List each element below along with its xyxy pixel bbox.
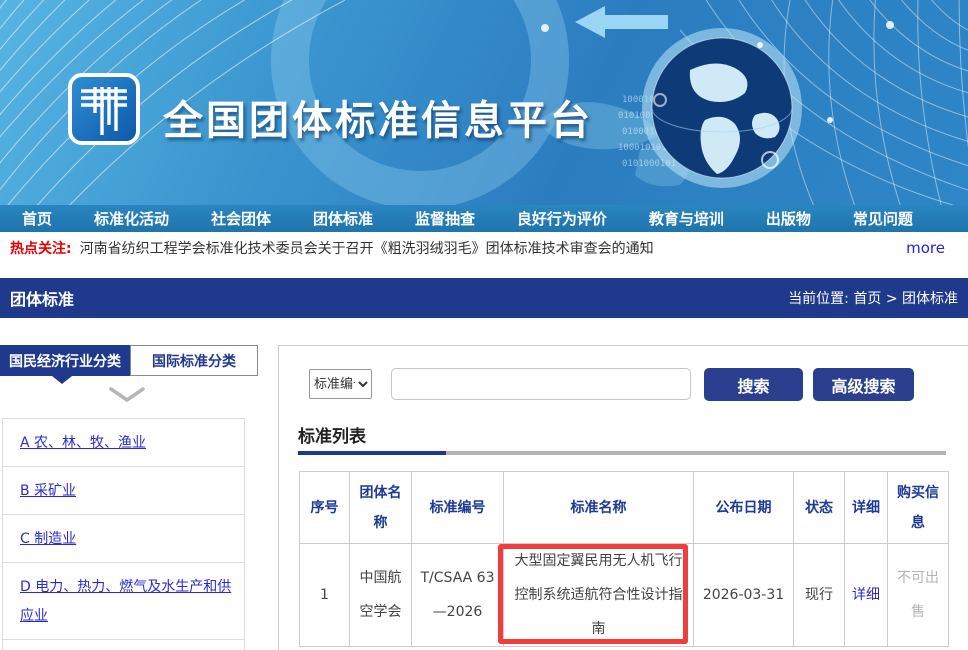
cell-status: 现行 [794,544,845,647]
main-nav: 首页 标准化活动 社会团体 团体标准 监督抽查 良好行为评价 教育与培训 出版物… [0,205,968,232]
title-underline [298,451,946,455]
list-item: A 农、林、牧、渔业 [3,419,244,467]
search-input[interactable] [391,368,691,400]
search-button[interactable]: 搜索 [704,368,803,401]
globe-graphic [642,28,802,188]
title-underline-accent [298,451,446,455]
category-link-c[interactable]: C 制造业 [20,531,76,547]
breadcrumb-current: 团体标准 [902,291,958,307]
cell-purchase: 不可出售 [888,544,949,647]
col-date: 公布日期 [694,472,794,544]
cell-detail: 详细 [845,544,888,647]
list-item: B 采矿业 [3,467,244,515]
chevron-down-icon [108,386,146,404]
category-link-a[interactable]: A 农、林、牧、渔业 [20,435,146,451]
breadcrumb-home-link[interactable]: 首页 [853,291,881,307]
table-row: 1 中国航空学会 T/CSAA 63—2026 大型固定翼民用无人机飞行控制系统… [300,544,949,647]
breadcrumb-separator: > [886,291,898,307]
cell-code: T/CSAA 63—2026 [412,544,504,647]
detail-link[interactable]: 详细 [852,587,880,603]
standards-panel: 标准编号 搜索 高级搜索 标准列表 序号 团体名称 标准编号 标准名称 公布日期… [278,345,968,650]
col-status: 状态 [794,472,845,544]
tab-international-standard-classification[interactable]: 国际标准分类 [130,345,258,376]
col-seq: 序号 [300,472,350,544]
nav-item-home[interactable]: 首页 [22,208,52,229]
hot-topic-label: 热点关注: [10,238,72,258]
arrow-left-graphic [575,6,668,38]
nav-item-group-standards[interactable]: 团体标准 [313,208,373,229]
hot-topic-bar: 热点关注: 河南省纺织工程学会标准化技术委员会关于召开《粗洗羽绒羽毛》团体标准技… [0,232,968,263]
platform-logo[interactable] [68,73,140,145]
category-link-d[interactable]: D 电力、热力、燃气及水生产和供应业 [20,579,231,624]
nav-item-publications[interactable]: 出版物 [766,208,811,229]
list-title: 标准列表 [298,422,366,447]
nav-item-standardization-activities[interactable]: 标准化活动 [94,208,169,229]
standards-table: 序号 团体名称 标准编号 标准名称 公布日期 状态 详细 购买信息 1 中国航空… [299,471,949,647]
content-area: 国民经济行业分类 国际标准分类 A 农、林、牧、渔业 B 采矿业 C 制造业 D… [0,318,968,650]
breadcrumb-location-label: 当前位置: [788,291,849,307]
section-bar: 团体标准 当前位置: 首页 > 团体标准 [0,278,968,318]
table-header-row: 序号 团体名称 标准编号 标准名称 公布日期 状态 详细 购买信息 [300,472,949,544]
section-title: 团体标准 [10,286,74,310]
list-item: D 电力、热力、燃气及水生产和供应业 [3,563,244,640]
search-field-select[interactable]: 标准编号 [309,369,372,399]
tab-national-economy-classification[interactable]: 国民经济行业分类 [0,345,130,376]
active-tab-pointer [52,376,72,384]
hot-topic-notice-link[interactable]: 河南省纺织工程学会标准化技术委员会关于召开《粗洗羽绒羽毛》团体标准技术审查会的通… [80,238,895,258]
more-link[interactable]: more [906,239,945,257]
col-code: 标准编号 [412,472,504,544]
nav-item-social-organizations[interactable]: 社会团体 [211,208,271,229]
list-item: E 建筑业 [3,640,244,650]
category-link-b[interactable]: B 采矿业 [20,483,76,499]
list-item: C 制造业 [3,515,244,563]
nav-item-supervision[interactable]: 监督抽查 [415,208,475,229]
cell-date: 2026-03-31 [694,544,794,647]
cell-standard-name: 大型固定翼民用无人机飞行控制系统适航符合性设计指南 [504,544,694,647]
col-org: 团体名称 [350,472,412,544]
site-title: 全国团体标准信息平台 [163,88,593,146]
col-detail: 详细 [845,472,888,544]
col-name: 标准名称 [504,472,694,544]
cell-org: 中国航空学会 [350,544,412,647]
nav-item-faq[interactable]: 常见问题 [853,208,913,229]
nav-item-education-training[interactable]: 教育与培训 [649,208,724,229]
advanced-search-button[interactable]: 高级搜索 [813,368,914,401]
nav-item-good-behavior[interactable]: 良好行为评价 [517,208,607,229]
industry-category-list: A 农、林、牧、渔业 B 采矿业 C 制造业 D 电力、热力、燃气及水生产和供应… [2,418,245,650]
cell-seq: 1 [300,544,350,647]
col-purchase: 购买信息 [888,472,949,544]
breadcrumb: 当前位置: 首页 > 团体标准 [788,288,958,308]
site-banner: 1000101010 0101000101 0100010101 1000101… [0,0,968,205]
